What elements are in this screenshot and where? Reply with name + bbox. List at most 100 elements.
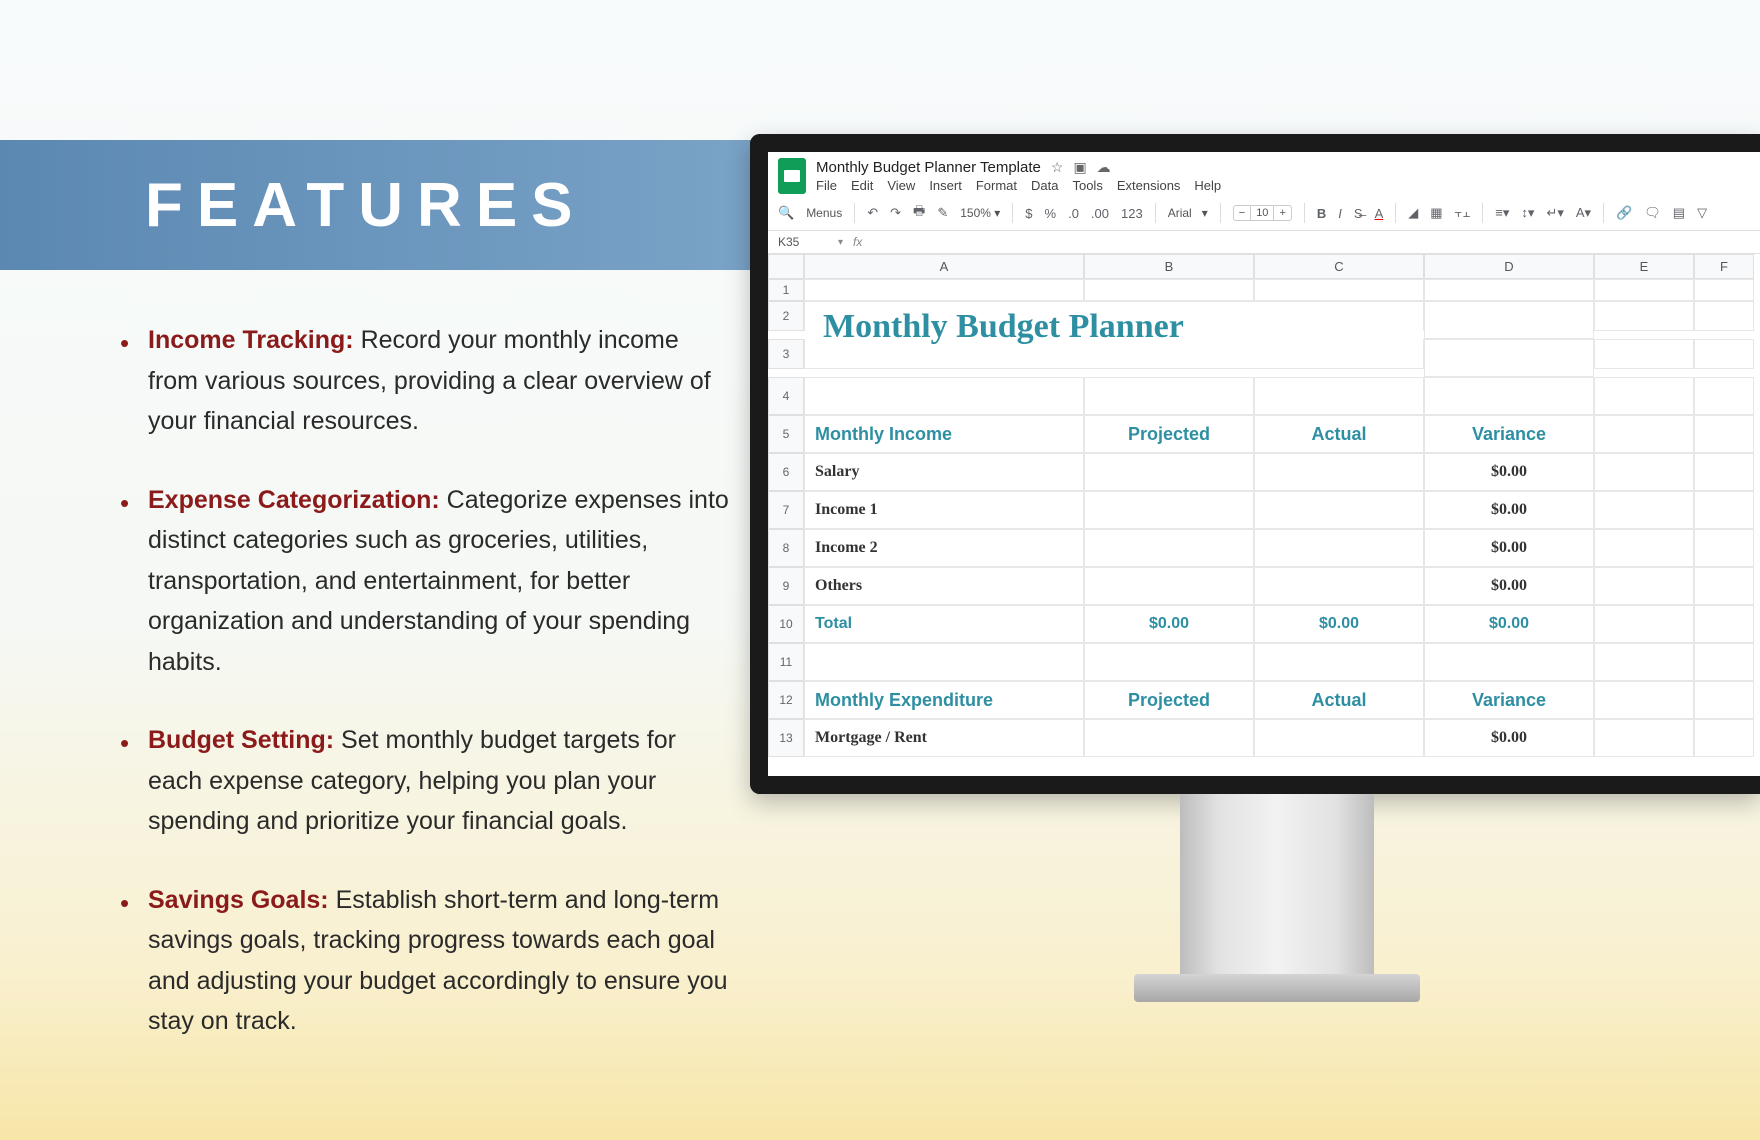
- cell[interactable]: [1594, 567, 1694, 605]
- cell[interactable]: [1084, 453, 1254, 491]
- cell[interactable]: [1254, 643, 1424, 681]
- cell[interactable]: [1694, 377, 1754, 415]
- menu-extensions[interactable]: Extensions: [1117, 178, 1181, 193]
- variance-value[interactable]: $0.00: [1424, 529, 1594, 567]
- menu-tools[interactable]: Tools: [1072, 178, 1102, 193]
- col-header-E[interactable]: E: [1594, 254, 1694, 279]
- row-header[interactable]: 1: [768, 279, 804, 301]
- decrease-decimal-icon[interactable]: .0: [1068, 206, 1079, 221]
- rotate-icon[interactable]: A▾: [1576, 205, 1591, 221]
- cell[interactable]: [1594, 643, 1694, 681]
- cell-reference[interactable]: K35: [778, 235, 838, 249]
- cell[interactable]: [1594, 719, 1694, 757]
- cell[interactable]: [1084, 719, 1254, 757]
- actual-header[interactable]: Actual: [1254, 415, 1424, 453]
- cell[interactable]: [1594, 681, 1694, 719]
- cell[interactable]: [1084, 529, 1254, 567]
- row-header[interactable]: 8: [768, 529, 804, 567]
- cell[interactable]: [1694, 453, 1754, 491]
- increase-decimal-icon[interactable]: .00: [1091, 206, 1109, 221]
- cell[interactable]: [1424, 339, 1594, 377]
- menu-help[interactable]: Help: [1194, 178, 1221, 193]
- cell[interactable]: [1694, 529, 1754, 567]
- row-header[interactable]: 5: [768, 415, 804, 453]
- cell[interactable]: [1254, 279, 1424, 301]
- cell[interactable]: [1424, 279, 1594, 301]
- filter-icon[interactable]: ▽: [1697, 205, 1707, 221]
- cell[interactable]: [1594, 301, 1694, 331]
- col-header-F[interactable]: F: [1694, 254, 1754, 279]
- merge-icon[interactable]: ⫟⫠: [1455, 205, 1471, 221]
- projected-header[interactable]: Projected: [1084, 681, 1254, 719]
- cell[interactable]: [1594, 453, 1694, 491]
- variance-value[interactable]: $0.00: [1424, 567, 1594, 605]
- total-actual[interactable]: $0.00: [1254, 605, 1424, 643]
- income-row-label[interactable]: Income 2: [804, 529, 1084, 567]
- cell[interactable]: [804, 377, 1084, 415]
- corner-cell[interactable]: [768, 254, 804, 279]
- print-icon[interactable]: 🖶: [913, 202, 925, 224]
- borders-icon[interactable]: ▦: [1430, 205, 1442, 221]
- row-header[interactable]: 6: [768, 453, 804, 491]
- col-header-D[interactable]: D: [1424, 254, 1594, 279]
- cell[interactable]: [1424, 377, 1594, 415]
- comment-icon[interactable]: 🗨: [1644, 205, 1661, 221]
- cell[interactable]: [1254, 529, 1424, 567]
- currency-icon[interactable]: $: [1025, 206, 1032, 221]
- actual-header[interactable]: Actual: [1254, 681, 1424, 719]
- cell[interactable]: [1594, 491, 1694, 529]
- variance-header[interactable]: Variance: [1424, 415, 1594, 453]
- cell[interactable]: [1694, 301, 1754, 331]
- cell[interactable]: [1694, 719, 1754, 757]
- col-header-B[interactable]: B: [1084, 254, 1254, 279]
- menu-file[interactable]: File: [816, 178, 837, 193]
- row-header[interactable]: 9: [768, 567, 804, 605]
- expend-row-label[interactable]: Mortgage / Rent: [804, 719, 1084, 757]
- cell[interactable]: [1694, 279, 1754, 301]
- col-header-A[interactable]: A: [804, 254, 1084, 279]
- spreadsheet-grid[interactable]: ABCDEF12Monthly Budget Planner345Monthly…: [768, 254, 1760, 757]
- cell[interactable]: [1084, 491, 1254, 529]
- percent-icon[interactable]: %: [1045, 206, 1057, 221]
- cell[interactable]: [1594, 529, 1694, 567]
- projected-header[interactable]: Projected: [1084, 415, 1254, 453]
- variance-value[interactable]: $0.00: [1424, 719, 1594, 757]
- cell[interactable]: [1694, 605, 1754, 643]
- star-icon[interactable]: ☆: [1051, 159, 1064, 176]
- font-select[interactable]: Arial ▾: [1168, 206, 1208, 220]
- income-row-label[interactable]: Income 1: [804, 491, 1084, 529]
- row-header[interactable]: 2: [768, 301, 804, 331]
- col-header-C[interactable]: C: [1254, 254, 1424, 279]
- v-align-icon[interactable]: ↕▾: [1521, 205, 1534, 221]
- cell[interactable]: [1084, 279, 1254, 301]
- menu-data[interactable]: Data: [1031, 178, 1058, 193]
- income-row-label[interactable]: Others: [804, 567, 1084, 605]
- menu-insert[interactable]: Insert: [929, 178, 962, 193]
- total-label[interactable]: Total: [804, 605, 1084, 643]
- sheet-title-cell[interactable]: Monthly Budget Planner: [804, 301, 1424, 331]
- undo-icon[interactable]: ↶: [867, 205, 878, 221]
- font-size-increase[interactable]: +: [1274, 206, 1290, 220]
- cell[interactable]: [1594, 605, 1694, 643]
- search-menus-label[interactable]: Menus: [806, 206, 842, 220]
- cell[interactable]: [1594, 339, 1694, 369]
- cell[interactable]: [1084, 377, 1254, 415]
- font-size-decrease[interactable]: −: [1234, 206, 1250, 220]
- menu-view[interactable]: View: [887, 178, 915, 193]
- row-header[interactable]: 3: [768, 339, 804, 369]
- row-header[interactable]: 4: [768, 377, 804, 415]
- variance-value[interactable]: $0.00: [1424, 453, 1594, 491]
- cell[interactable]: [804, 643, 1084, 681]
- cell[interactable]: [1254, 453, 1424, 491]
- strike-icon[interactable]: S̶: [1354, 206, 1363, 221]
- move-icon[interactable]: ▣: [1073, 159, 1086, 176]
- cell[interactable]: [1424, 301, 1594, 339]
- cell[interactable]: [1254, 377, 1424, 415]
- doc-title[interactable]: Monthly Budget Planner Template: [816, 159, 1041, 176]
- cell[interactable]: [1694, 491, 1754, 529]
- cell[interactable]: [1694, 415, 1754, 453]
- cell[interactable]: [1594, 377, 1694, 415]
- cell[interactable]: [1254, 719, 1424, 757]
- row-header[interactable]: 11: [768, 643, 804, 681]
- font-size-control[interactable]: − 10 +: [1233, 205, 1292, 221]
